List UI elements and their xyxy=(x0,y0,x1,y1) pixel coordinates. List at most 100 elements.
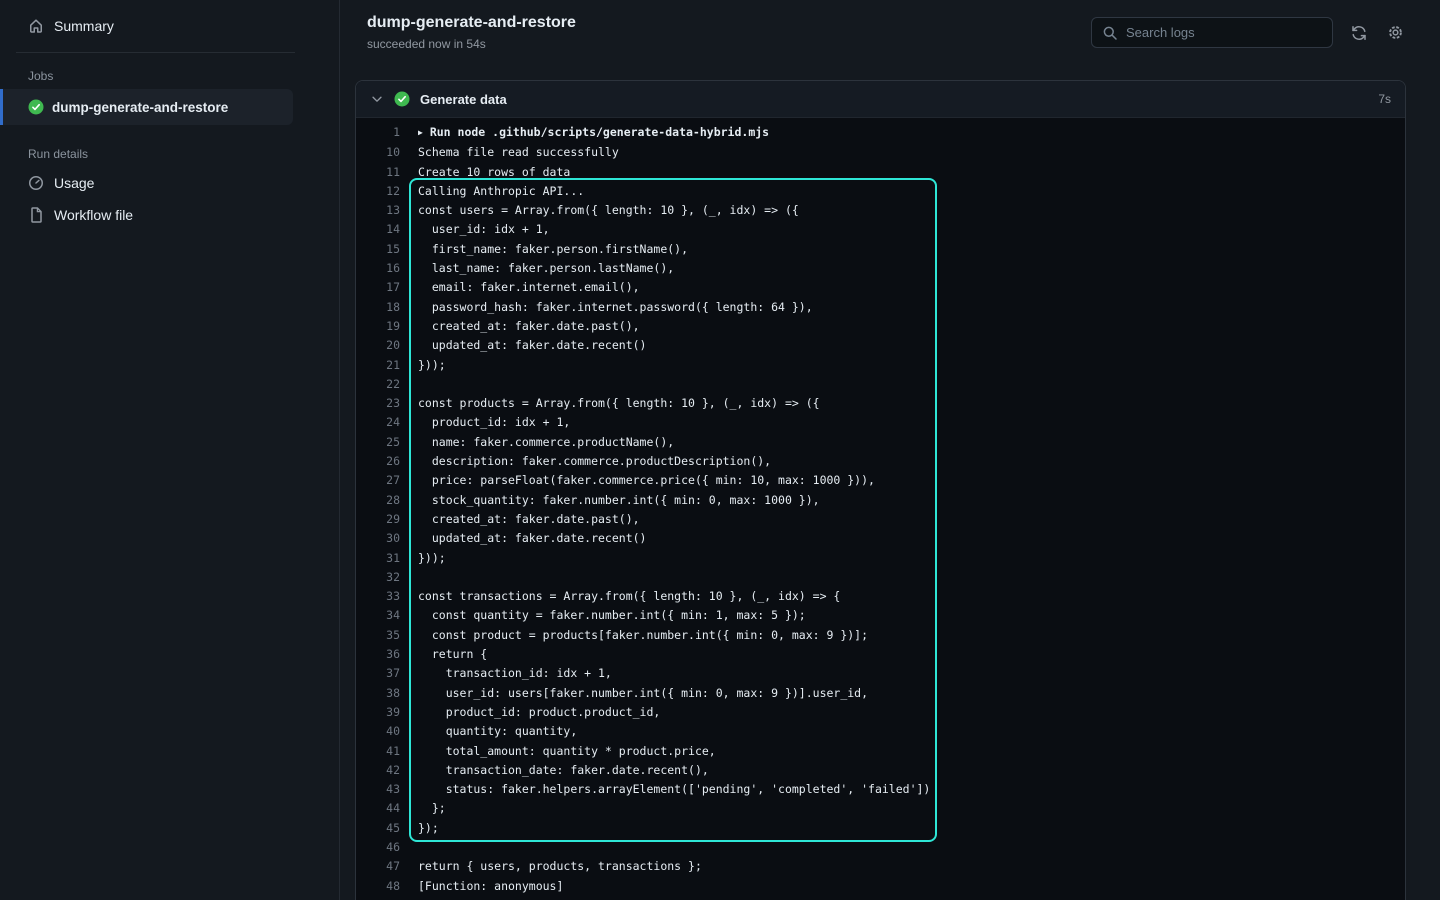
log-line: 11Create 10 rows of data xyxy=(356,163,1405,182)
log-line: 20 updated_at: faker.date.recent() xyxy=(356,336,1405,355)
log-line-number[interactable]: 31 xyxy=(356,549,400,568)
refresh-button[interactable] xyxy=(1349,23,1369,43)
sidebar-item-workflow-file[interactable]: Workflow file xyxy=(0,199,339,231)
log-line: 14 user_id: idx + 1, xyxy=(356,220,1405,239)
log-line-number[interactable]: 41 xyxy=(356,742,400,761)
log-line: 37 transaction_id: idx + 1, xyxy=(356,664,1405,683)
run-status-text: succeeded now in 54s xyxy=(367,37,576,51)
log-line: 35 const product = products[faker.number… xyxy=(356,626,1405,645)
log-line-number[interactable]: 33 xyxy=(356,587,400,606)
log-line-number[interactable]: 12 xyxy=(356,182,400,201)
log-line: 47return { users, products, transactions… xyxy=(356,857,1405,876)
refresh-icon xyxy=(1351,25,1367,41)
sidebar-summary-label: Summary xyxy=(54,18,114,34)
log-line-number[interactable]: 28 xyxy=(356,491,400,510)
log-line: 15 first_name: faker.person.firstName(), xyxy=(356,240,1405,259)
log-line-number[interactable]: 19 xyxy=(356,317,400,336)
log-line-number[interactable]: 30 xyxy=(356,529,400,548)
workflow-file-label: Workflow file xyxy=(54,207,133,223)
log-line-number[interactable]: 18 xyxy=(356,298,400,317)
log-line-number[interactable]: 25 xyxy=(356,433,400,452)
log-panel: Generate data 7s 1▶Run node .github/scri… xyxy=(355,80,1406,900)
log-line-text: password_hash: faker.internet.password({… xyxy=(400,298,813,317)
settings-button[interactable] xyxy=(1385,22,1406,43)
log-line-text: Schema file read successfully xyxy=(400,143,619,162)
log-line-number[interactable]: 29 xyxy=(356,510,400,529)
log-line-text: stock_quantity: faker.number.int({ min: … xyxy=(400,491,820,510)
log-line-text: const product = products[faker.number.in… xyxy=(400,626,868,645)
log-line: 43 status: faker.helpers.arrayElement(['… xyxy=(356,780,1405,799)
log-line-number[interactable]: 26 xyxy=(356,452,400,471)
log-line-number[interactable]: 46 xyxy=(356,838,400,857)
step-success-icon xyxy=(394,91,410,107)
log-line-number[interactable]: 45 xyxy=(356,819,400,838)
log-line-number[interactable]: 11 xyxy=(356,163,400,182)
log-line-number[interactable]: 42 xyxy=(356,761,400,780)
log-line-number[interactable]: 32 xyxy=(356,568,400,587)
header-actions xyxy=(1091,17,1406,48)
log-line-text: product_id: idx + 1, xyxy=(400,413,570,432)
log-line-number[interactable]: 1 xyxy=(356,123,400,143)
log-line-number[interactable]: 27 xyxy=(356,471,400,490)
log-line: 16 last_name: faker.person.lastName(), xyxy=(356,259,1405,278)
search-logs-box xyxy=(1091,17,1333,48)
log-line-number[interactable]: 48 xyxy=(356,877,400,896)
log-line: 13const users = Array.from({ length: 10 … xyxy=(356,201,1405,220)
log-line-text: created_at: faker.date.past(), xyxy=(400,317,640,336)
log-line-text: created_at: faker.date.past(), xyxy=(400,510,640,529)
log-line: 48[Function: anonymous] xyxy=(356,877,1405,896)
log-line-number[interactable]: 20 xyxy=(356,336,400,355)
sidebar-item-usage[interactable]: Usage xyxy=(0,167,339,199)
log-line: 46 xyxy=(356,838,1405,857)
log-line-number[interactable]: 34 xyxy=(356,606,400,625)
sidebar-item-job[interactable]: dump-generate-and-restore xyxy=(0,89,293,125)
log-line: 30 updated_at: faker.date.recent() xyxy=(356,529,1405,548)
log-line-number[interactable]: 15 xyxy=(356,240,400,259)
log-line-number[interactable]: 36 xyxy=(356,645,400,664)
log-line-number[interactable]: 49 xyxy=(356,896,400,900)
log-line: 10Schema file read successfully xyxy=(356,143,1405,162)
log-line-number[interactable]: 35 xyxy=(356,626,400,645)
log-line: 18 password_hash: faker.internet.passwor… xyxy=(356,298,1405,317)
log-line-text: ▶Run node .github/scripts/generate-data-… xyxy=(400,123,769,143)
log-line-number[interactable]: 23 xyxy=(356,394,400,413)
log-line-text: first_name: faker.person.firstName(), xyxy=(400,240,688,259)
log-line: 28 stock_quantity: faker.number.int({ mi… xyxy=(356,491,1405,510)
log-line-number[interactable]: 21 xyxy=(356,356,400,375)
log-line-number[interactable]: 43 xyxy=(356,780,400,799)
log-line-number[interactable]: 13 xyxy=(356,201,400,220)
step-header-generate-data[interactable]: Generate data 7s xyxy=(356,81,1405,118)
log-line-number[interactable]: 16 xyxy=(356,259,400,278)
log-line-number[interactable]: 14 xyxy=(356,220,400,239)
log-line: 34 const quantity = faker.number.int({ m… xyxy=(356,606,1405,625)
log-line-number[interactable]: 10 xyxy=(356,143,400,162)
log-line-number[interactable]: 40 xyxy=(356,722,400,741)
run-details-heading: Run details xyxy=(28,147,339,161)
log-line-text: product_id: product.product_id, xyxy=(400,703,660,722)
search-input[interactable] xyxy=(1126,25,1322,40)
log-line-text: transaction_id: idx + 1, xyxy=(400,664,612,683)
log-line-number[interactable]: 22 xyxy=(356,375,400,394)
sidebar-item-summary[interactable]: Summary xyxy=(0,0,339,52)
log-line-number[interactable]: 37 xyxy=(356,664,400,683)
log-line-text: description: faker.commerce.productDescr… xyxy=(400,452,771,471)
log-line: 1▶Run node .github/scripts/generate-data… xyxy=(356,123,1405,143)
log-line-number[interactable]: 17 xyxy=(356,278,400,297)
log-line-number[interactable]: 38 xyxy=(356,684,400,703)
log-line-text xyxy=(400,838,418,857)
log-line-text: const quantity = faker.number.int({ min:… xyxy=(400,606,806,625)
log-line: 25 name: faker.commerce.productName(), xyxy=(356,433,1405,452)
sidebar: Summary Jobs dump-generate-and-restore R… xyxy=(0,0,340,900)
log-line-text xyxy=(400,568,418,587)
log-line-text: INSERT INTO public.users (user_id, first… xyxy=(400,896,1180,900)
log-line-number[interactable]: 39 xyxy=(356,703,400,722)
group-expand-icon[interactable]: ▶ xyxy=(418,123,423,142)
log-line-number[interactable]: 47 xyxy=(356,857,400,876)
log-line-text: }; xyxy=(400,799,446,818)
log-line-number[interactable]: 24 xyxy=(356,413,400,432)
step-duration: 7s xyxy=(1378,92,1391,106)
gear-icon xyxy=(1387,24,1404,41)
log-line-text: last_name: faker.person.lastName(), xyxy=(400,259,674,278)
log-line-number[interactable]: 44 xyxy=(356,799,400,818)
log-line-text: updated_at: faker.date.recent() xyxy=(400,336,646,355)
